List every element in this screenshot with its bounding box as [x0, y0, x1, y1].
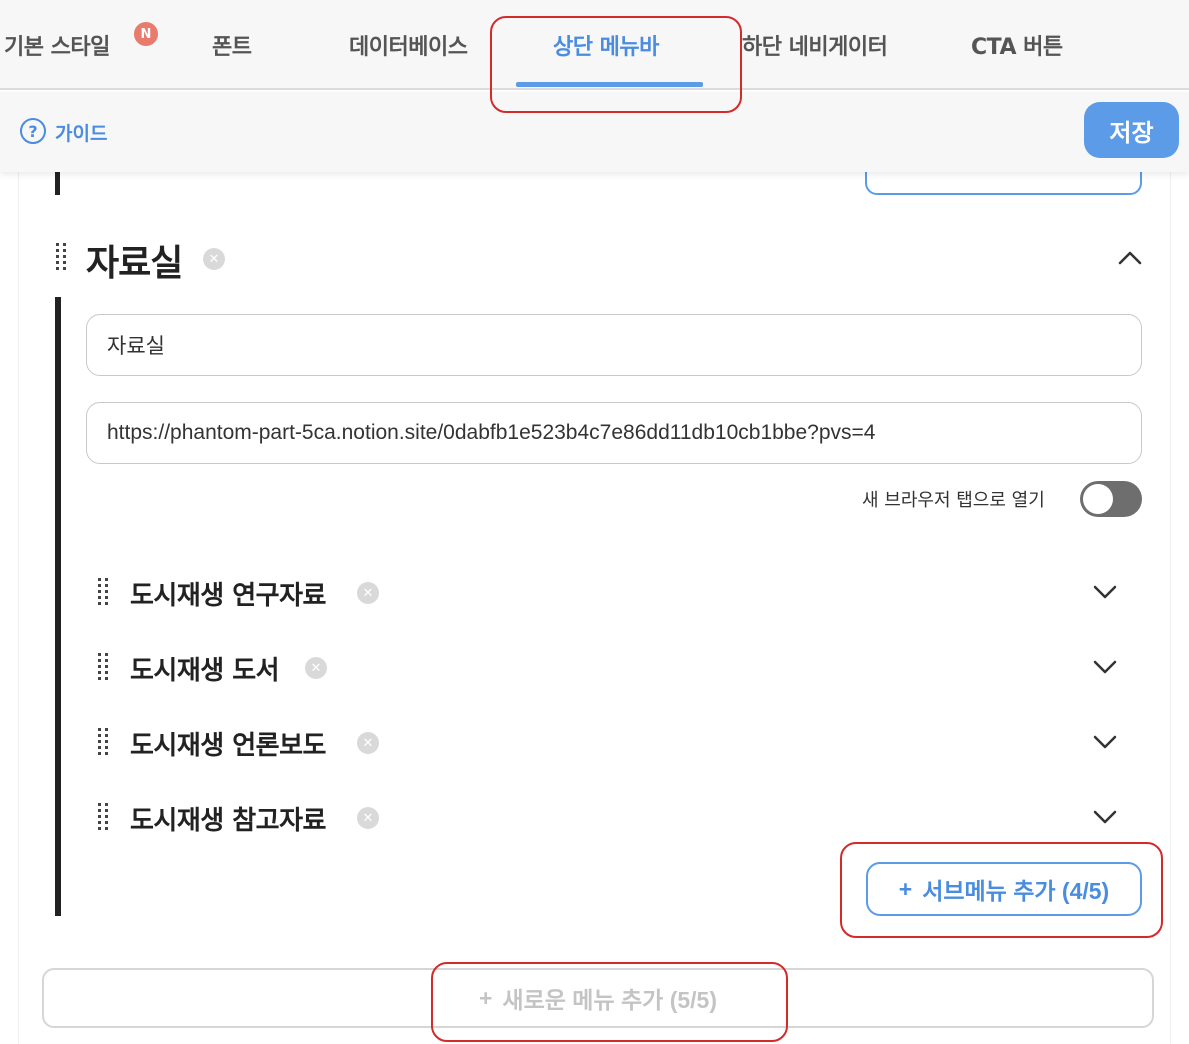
submenu-label: 도시재생 참고자료 — [130, 806, 326, 836]
active-tab-indicator — [516, 82, 703, 87]
add-submenu-button[interactable]: + 서브메뉴 추가 (4/5) — [866, 862, 1142, 916]
tab-cta-button[interactable]: CTA 버튼 — [971, 0, 1063, 90]
tab-top-menubar[interactable]: 상단 메뉴바 — [553, 0, 659, 90]
chevron-up-icon[interactable] — [1117, 248, 1143, 268]
plus-icon: + — [898, 875, 913, 902]
drag-handle-icon[interactable] — [97, 653, 111, 681]
x-circle-icon[interactable]: ✕ — [357, 732, 379, 754]
menu-url-input[interactable] — [86, 402, 1142, 464]
drag-handle-icon[interactable] — [97, 803, 111, 831]
guide-bar: ? 가이드 저장 — [0, 92, 1189, 172]
drag-handle-icon[interactable] — [97, 578, 111, 606]
tab-bottom-navigator[interactable]: 하단 네비게이터 — [742, 0, 888, 90]
tab-label: 폰트 — [212, 35, 252, 60]
toggle-knob — [1083, 484, 1113, 514]
x-circle-icon[interactable]: ✕ — [203, 248, 225, 270]
tab-font[interactable]: 폰트 — [212, 0, 252, 90]
menu-title: 자료실 — [86, 243, 183, 284]
tab-label: CTA 버튼 — [971, 35, 1063, 60]
x-circle-icon[interactable]: ✕ — [357, 582, 379, 604]
chevron-down-icon[interactable] — [1092, 582, 1118, 602]
x-circle-icon[interactable]: ✕ — [305, 657, 327, 679]
tab-label: 기본 스타일 — [4, 35, 110, 60]
chevron-down-icon[interactable] — [1092, 732, 1118, 752]
top-tab-bar: 기본 스타일 N 폰트 데이터베이스 상단 메뉴바 하단 네비게이터 CTA 버… — [0, 0, 1189, 90]
guide-link[interactable]: 가이드 — [55, 119, 107, 146]
tab-label: 데이터베이스 — [349, 35, 468, 60]
save-button[interactable]: 저장 — [1084, 102, 1179, 158]
x-circle-icon[interactable]: ✕ — [357, 807, 379, 829]
drag-handle-icon[interactable] — [97, 728, 111, 756]
submenu-label: 도시재생 언론보도 — [130, 731, 326, 761]
tab-database[interactable]: 데이터베이스 — [349, 0, 468, 90]
tab-label: 상단 메뉴바 — [553, 35, 659, 60]
section-indent-bar — [55, 297, 61, 916]
drag-handle-icon[interactable] — [55, 243, 69, 271]
add-menu-button[interactable]: + 새로운 메뉴 추가 (5/5) — [42, 968, 1154, 1028]
chevron-down-icon[interactable] — [1092, 657, 1118, 677]
add-submenu-label: 서브메뉴 추가 (4/5) — [922, 878, 1110, 904]
new-tab-label: 새 브라우저 탭으로 열기 — [862, 490, 1045, 511]
submenu-label: 도시재생 도서 — [130, 656, 280, 686]
submenu-label: 도시재생 연구자료 — [130, 581, 326, 611]
tab-label: 하단 네비게이터 — [742, 35, 888, 60]
new-badge: N — [134, 22, 158, 46]
add-menu-label: 새로운 메뉴 추가 (5/5) — [502, 987, 718, 1013]
menu-name-input[interactable] — [86, 314, 1142, 376]
chevron-down-icon[interactable] — [1092, 807, 1118, 827]
question-circle-icon[interactable]: ? — [20, 118, 46, 144]
new-tab-toggle[interactable] — [1080, 481, 1142, 517]
tab-basic-style[interactable]: 기본 스타일 — [4, 0, 110, 90]
previous-menu-bar — [55, 172, 60, 195]
plus-icon: + — [478, 984, 493, 1011]
